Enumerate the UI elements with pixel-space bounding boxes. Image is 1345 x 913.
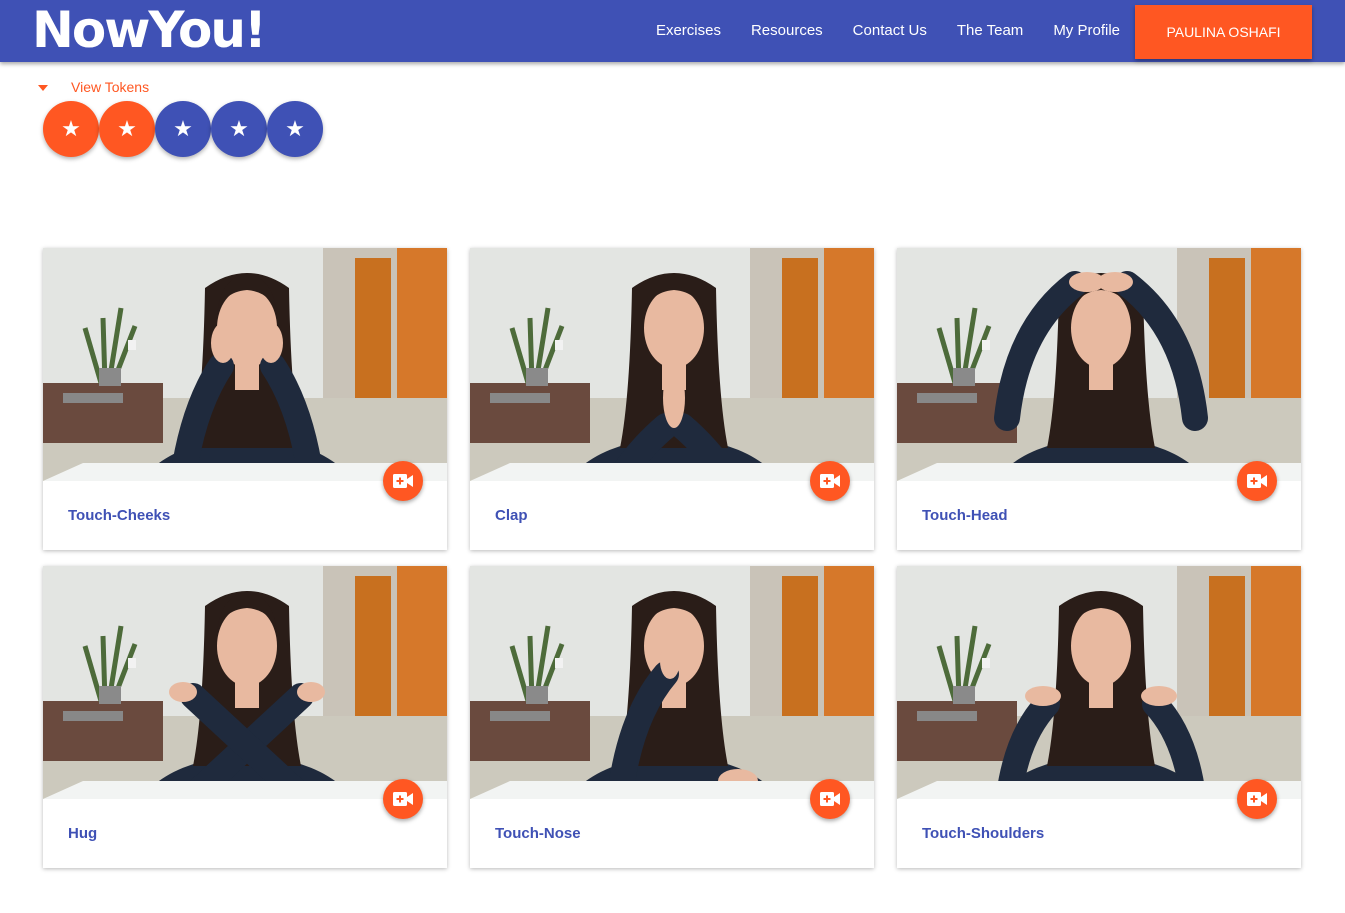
nav-exercises[interactable]: Exercises	[641, 0, 736, 62]
exercise-image[interactable]	[470, 566, 874, 799]
exercise-card[interactable]: Touch-Cheeks	[43, 248, 447, 550]
view-tokens-toggle[interactable]: View Tokens	[38, 79, 149, 95]
token-1: ★	[43, 101, 99, 157]
caret-down-icon	[38, 85, 48, 91]
token-list: ★ ★ ★ ★ ★	[43, 101, 323, 157]
nav-my-profile[interactable]: My Profile	[1038, 0, 1135, 62]
star-icon: ★	[173, 116, 193, 141]
view-tokens-label: View Tokens	[71, 79, 150, 95]
exercise-title[interactable]: Touch-Shoulders	[922, 825, 1044, 842]
star-icon: ★	[285, 116, 305, 141]
brand-logo[interactable]: NowYou!	[32, 0, 267, 62]
video-add-icon	[820, 792, 840, 806]
token-5: ★	[267, 101, 323, 157]
exercise-image[interactable]	[897, 566, 1301, 799]
nav-links: Exercises Resources Contact Us The Team …	[641, 0, 1345, 62]
exercise-card[interactable]: Touch-Nose	[470, 566, 874, 868]
record-video-button[interactable]	[1237, 461, 1277, 501]
exercise-card[interactable]: Hug	[43, 566, 447, 868]
token-4: ★	[211, 101, 267, 157]
exercise-image[interactable]	[897, 248, 1301, 481]
token-3: ★	[155, 101, 211, 157]
video-add-icon	[820, 474, 840, 488]
exercise-title[interactable]: Touch-Head	[922, 507, 1008, 524]
nav-resources[interactable]: Resources	[736, 0, 838, 62]
record-video-button[interactable]	[810, 461, 850, 501]
nav-the-team[interactable]: The Team	[942, 0, 1038, 62]
video-add-icon	[393, 474, 413, 488]
video-add-icon	[1247, 792, 1267, 806]
star-icon: ★	[61, 116, 81, 141]
exercise-card[interactable]: Clap	[470, 248, 874, 550]
video-add-icon	[393, 792, 413, 806]
exercise-title[interactable]: Clap	[495, 507, 528, 524]
token-2: ★	[99, 101, 155, 157]
exercise-card[interactable]: Touch-Head	[897, 248, 1301, 550]
exercise-title[interactable]: Touch-Nose	[495, 825, 581, 842]
user-profile-button[interactable]: PAULINA OSHAFI	[1135, 5, 1312, 59]
exercise-card[interactable]: Touch-Shoulders	[897, 566, 1301, 868]
nav-contact-us[interactable]: Contact Us	[838, 0, 942, 62]
star-icon: ★	[229, 116, 249, 141]
record-video-button[interactable]	[1237, 779, 1277, 819]
video-add-icon	[1247, 474, 1267, 488]
star-icon: ★	[117, 116, 137, 141]
exercise-image[interactable]	[43, 248, 447, 481]
exercise-image[interactable]	[470, 248, 874, 481]
exercise-image[interactable]	[43, 566, 447, 799]
record-video-button[interactable]	[383, 779, 423, 819]
exercise-title[interactable]: Touch-Cheeks	[68, 507, 170, 524]
top-navbar: NowYou! Exercises Resources Contact Us T…	[0, 0, 1345, 62]
record-video-button[interactable]	[383, 461, 423, 501]
record-video-button[interactable]	[810, 779, 850, 819]
exercise-title[interactable]: Hug	[68, 825, 97, 842]
